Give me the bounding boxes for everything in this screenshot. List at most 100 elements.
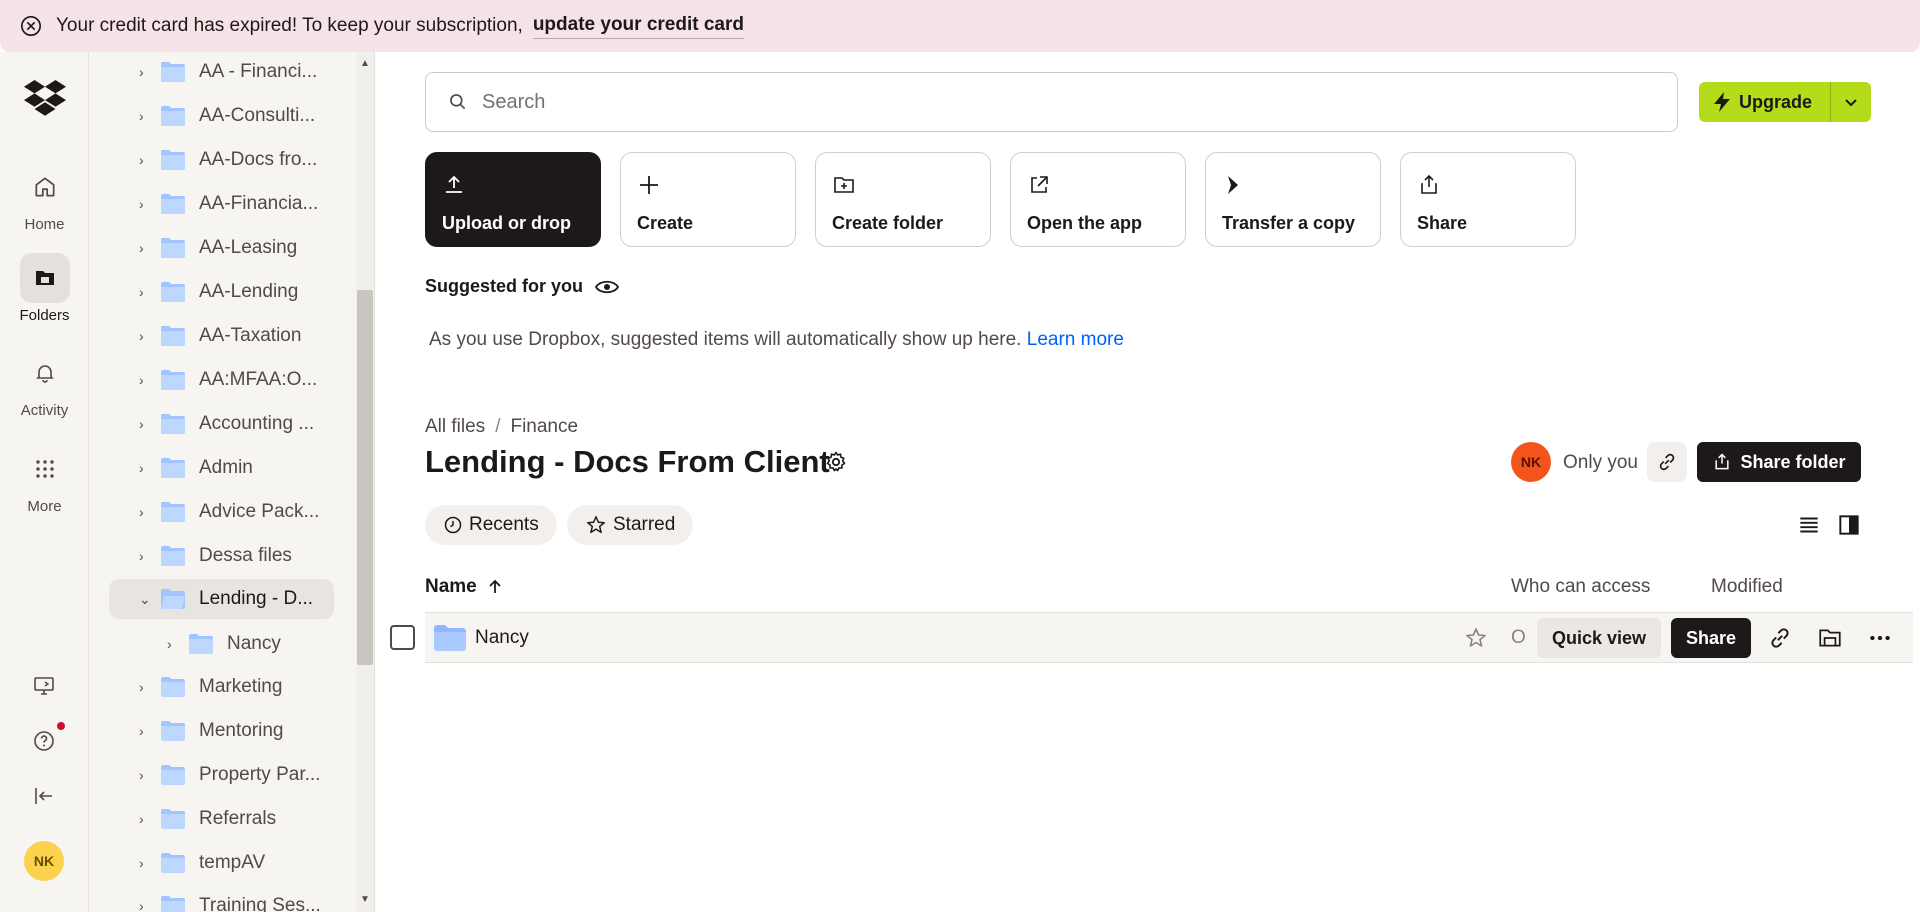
tree-item[interactable]: › Admin [109,448,334,488]
upgrade-button-group: Upgrade [1699,82,1871,122]
tree-item[interactable]: › AA-Financia... [109,184,334,224]
column-name-header[interactable]: Name [425,576,503,598]
share-action-button[interactable]: Share [1400,152,1576,247]
chevron-right-icon[interactable]: › [167,636,189,652]
star-icon[interactable] [1464,626,1488,650]
rail-folders[interactable]: Folders [0,253,89,324]
info-panel-icon[interactable] [1836,512,1862,538]
tree-item[interactable]: › Mentoring [109,711,334,751]
tree-item[interactable]: › AA - Financi... [109,52,334,92]
rail-activity-label: Activity [20,402,69,419]
chevron-right-icon[interactable]: › [139,152,161,168]
transfer-icon [1228,176,1238,194]
owner-avatar[interactable]: NK [1511,442,1551,482]
tree-item-label: Advice Pack... [199,501,320,522]
chevron-right-icon[interactable]: › [139,460,161,476]
tree-item[interactable]: › Property Par... [109,755,334,795]
breadcrumb-all-files[interactable]: All files [425,416,485,437]
chevron-down-icon[interactable]: ⌄ [139,591,161,608]
chevron-right-icon[interactable]: › [139,548,161,564]
chevron-right-icon[interactable]: › [139,898,161,912]
chevron-right-icon[interactable]: › [139,416,161,432]
tree-item[interactable]: › tempAV [109,843,334,883]
help-button[interactable] [28,725,60,757]
open-app-button[interactable]: Open the app [1010,152,1186,247]
transfer-copy-button[interactable]: Transfer a copy [1205,152,1381,247]
chevron-right-icon[interactable]: › [139,679,161,695]
row-name[interactable]: Nancy [475,627,529,649]
search-input[interactable]: Search [425,72,1678,132]
column-modified-header[interactable]: Modified [1711,576,1783,598]
search-icon [450,94,466,110]
share-folder-button[interactable]: Share folder [1697,442,1861,482]
update-credit-card-link[interactable]: update your credit card [532,14,744,39]
link-icon [1659,453,1675,471]
tree-scrollbar-thumb[interactable] [357,290,373,665]
chevron-right-icon[interactable]: › [139,855,161,871]
upgrade-button[interactable]: Upgrade [1699,82,1831,122]
create-folder-button[interactable]: Create folder [815,152,991,247]
learn-more-link[interactable]: Learn more [1027,329,1124,350]
tree-item[interactable]: › Advice Pack... [109,492,334,532]
tree-item[interactable]: › Training Ses... [109,886,334,912]
tree-item[interactable]: › Accounting ... [109,404,334,444]
tree-item[interactable]: › AA-Taxation [109,316,334,356]
scroll-up-arrow-icon[interactable]: ▲ [357,58,373,74]
chevron-right-icon[interactable]: › [139,64,161,80]
tree-item[interactable]: › Referrals [109,799,334,839]
table-row[interactable]: Nancy O Quick view Share [425,612,1913,663]
rail-home[interactable]: Home [0,162,89,233]
chevron-right-icon[interactable]: › [139,284,161,300]
row-access-text: O [1511,627,1526,648]
tree-item[interactable]: › Dessa files [109,536,334,576]
gear-icon[interactable] [824,450,848,474]
column-access-header[interactable]: Who can access [1511,576,1650,598]
list-view-icon[interactable] [1796,512,1822,538]
chevron-right-icon[interactable]: › [139,723,161,739]
banner-message: Your credit card has expired! To keep yo… [56,15,523,36]
tree-item-selected[interactable]: ⌄ Lending - D... [109,579,334,619]
tree-item[interactable]: › AA:MFAA:O... [109,360,334,400]
eye-icon[interactable] [595,278,620,296]
recents-chip[interactable]: Recents [425,505,557,545]
tree-item[interactable]: › AA-Consulti... [109,96,334,136]
collapse-sidebar-button[interactable] [28,780,60,812]
rail-more[interactable]: More [0,444,89,515]
row-share-button[interactable]: Share [1671,618,1751,658]
chevron-right-icon[interactable]: › [139,504,161,520]
desktop-app-button[interactable] [28,670,60,702]
breadcrumb-finance[interactable]: Finance [510,416,578,437]
rail-activity[interactable]: Activity [0,348,89,419]
move-to-folder-icon[interactable] [1817,625,1843,651]
tree-item[interactable]: › Marketing [109,667,334,707]
chevron-right-icon[interactable]: › [139,767,161,783]
quick-view-button[interactable]: Quick view [1537,618,1661,658]
tree-item-label: Training Ses... [199,895,321,912]
tree-item[interactable]: › AA-Docs fro... [109,140,334,180]
chevron-right-icon[interactable]: › [139,328,161,344]
tree-item-label: tempAV [199,852,266,873]
chevron-right-icon[interactable]: › [139,240,161,256]
tree-item-child[interactable]: › Nancy [109,624,334,664]
more-options-icon[interactable] [1867,625,1893,651]
user-avatar[interactable]: NK [24,841,64,881]
sort-arrow-up-icon [489,579,501,593]
chevron-right-icon[interactable]: › [139,196,161,212]
create-button[interactable]: Create [620,152,796,247]
link-icon[interactable] [1767,625,1793,651]
chevron-right-icon[interactable]: › [139,108,161,124]
tree-item[interactable]: › AA-Lending [109,272,334,312]
close-circle-icon[interactable] [20,15,42,37]
row-checkbox[interactable] [390,625,415,650]
dropbox-logo-icon[interactable] [24,78,66,118]
copy-link-button[interactable] [1647,442,1687,482]
upload-button[interactable]: Upload or drop [425,152,601,247]
star-icon [587,516,605,534]
chevron-right-icon[interactable]: › [139,372,161,388]
tree-item[interactable]: › AA-Leasing [109,228,334,268]
scroll-down-arrow-icon[interactable]: ▼ [357,894,373,910]
chevron-right-icon[interactable]: › [139,811,161,827]
upgrade-dropdown-button[interactable] [1831,94,1871,110]
starred-chip[interactable]: Starred [567,505,694,545]
tree-item-label: Admin [199,457,253,478]
